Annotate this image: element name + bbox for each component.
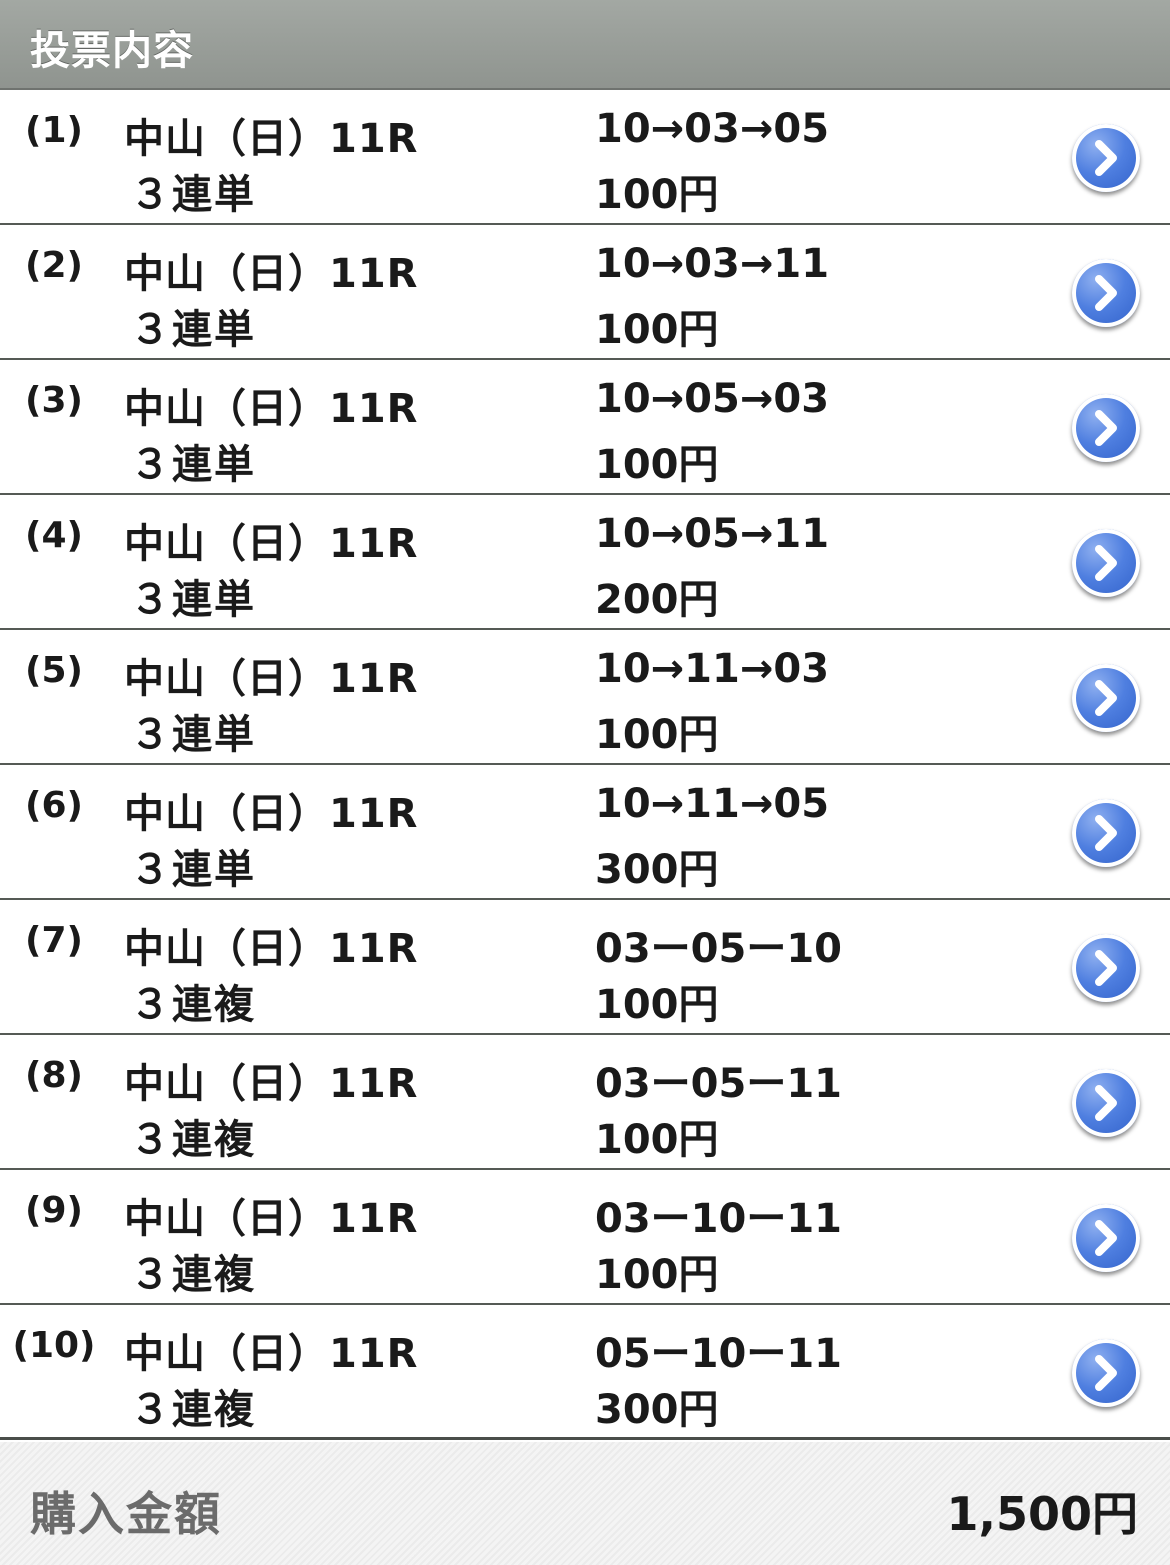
bet-amount: 300円	[595, 1387, 719, 1433]
bet-index: (1)	[25, 110, 83, 151]
list-item[interactable]: (5) 中山（日）11R ３連単 10→11→03 100円	[0, 630, 1170, 765]
bet-index: (9)	[25, 1190, 83, 1231]
page-title: 投票内容	[30, 28, 194, 74]
chevron-right-icon[interactable]	[1072, 529, 1140, 597]
bet-combination: 10→03→05	[595, 106, 830, 152]
list-item[interactable]: (7) 中山（日）11R ３連複 03ー05ー10 100円	[0, 900, 1170, 1035]
bet-type: ３連複	[130, 1117, 256, 1163]
bet-amount: 300円	[595, 847, 719, 893]
bet-amount: 100円	[595, 1117, 719, 1163]
bet-type: ３連単	[130, 172, 256, 218]
bet-amount: 100円	[595, 982, 719, 1028]
list-item[interactable]: (4) 中山（日）11R ３連単 10→05→11 200円	[0, 495, 1170, 630]
chevron-right-icon[interactable]	[1072, 394, 1140, 462]
header-bar: 投票内容	[0, 0, 1170, 90]
bet-type: ３連単	[130, 847, 256, 893]
bet-list: (1) 中山（日）11R ３連単 10→03→05 100円 (2) 中山（日）…	[0, 90, 1170, 1440]
bet-combination: 05ー10ー11	[595, 1331, 842, 1377]
bet-venue: 中山（日）11R	[124, 116, 419, 162]
bet-combination: 03ー05ー10	[595, 926, 842, 972]
bet-venue: 中山（日）11R	[124, 1196, 419, 1242]
purchase-total-label: 購入金額	[30, 1487, 222, 1541]
bet-index: (3)	[25, 380, 83, 421]
bet-venue: 中山（日）11R	[124, 386, 419, 432]
bet-amount: 100円	[595, 442, 719, 488]
bet-type: ３連複	[130, 982, 256, 1028]
list-item[interactable]: (1) 中山（日）11R ３連単 10→03→05 100円	[0, 90, 1170, 225]
bet-venue: 中山（日）11R	[124, 1061, 419, 1107]
bet-combination: 10→03→11	[595, 241, 830, 287]
bet-amount: 100円	[595, 1252, 719, 1298]
bet-type: ３連単	[130, 712, 256, 758]
chevron-right-icon[interactable]	[1072, 664, 1140, 732]
bet-combination: 10→11→05	[595, 781, 830, 827]
bet-combination: 10→05→11	[595, 511, 830, 557]
bet-venue: 中山（日）11R	[124, 656, 419, 702]
list-item[interactable]: (8) 中山（日）11R ３連複 03ー05ー11 100円	[0, 1035, 1170, 1170]
bet-index: (2)	[25, 245, 83, 286]
chevron-right-icon[interactable]	[1072, 124, 1140, 192]
bet-amount: 200円	[595, 577, 719, 623]
bet-combination: 10→11→03	[595, 646, 830, 692]
list-item[interactable]: (2) 中山（日）11R ３連単 10→03→11 100円	[0, 225, 1170, 360]
bet-type: ３連複	[130, 1387, 256, 1433]
bet-venue: 中山（日）11R	[124, 791, 419, 837]
bet-amount: 100円	[595, 712, 719, 758]
bet-index: (4)	[25, 515, 83, 556]
purchase-total-bar: 購入金額 1,500円	[0, 1442, 1170, 1565]
bet-index: (5)	[25, 650, 83, 691]
list-item[interactable]: (6) 中山（日）11R ３連単 10→11→05 300円	[0, 765, 1170, 900]
bet-index: (6)	[25, 785, 83, 826]
chevron-right-icon[interactable]	[1072, 1339, 1140, 1407]
bet-type: ３連複	[130, 1252, 256, 1298]
bet-combination: 10→05→03	[595, 376, 830, 422]
bet-index: (10)	[12, 1325, 96, 1366]
list-item[interactable]: (10) 中山（日）11R ３連複 05ー10ー11 300円	[0, 1305, 1170, 1440]
chevron-right-icon[interactable]	[1072, 259, 1140, 327]
chevron-right-icon[interactable]	[1072, 1069, 1140, 1137]
bet-venue: 中山（日）11R	[124, 926, 419, 972]
purchase-total-value: 1,500円	[946, 1487, 1138, 1541]
bet-index: (7)	[25, 920, 83, 961]
bet-type: ３連単	[130, 577, 256, 623]
bet-combination: 03ー05ー11	[595, 1061, 842, 1107]
bet-combination: 03ー10ー11	[595, 1196, 842, 1242]
list-item[interactable]: (3) 中山（日）11R ３連単 10→05→03 100円	[0, 360, 1170, 495]
bet-venue: 中山（日）11R	[124, 1331, 419, 1377]
chevron-right-icon[interactable]	[1072, 799, 1140, 867]
bet-amount: 100円	[595, 307, 719, 353]
bet-venue: 中山（日）11R	[124, 521, 419, 567]
list-item[interactable]: (9) 中山（日）11R ３連複 03ー10ー11 100円	[0, 1170, 1170, 1305]
bet-index: (8)	[25, 1055, 83, 1096]
chevron-right-icon[interactable]	[1072, 934, 1140, 1002]
bet-amount: 100円	[595, 172, 719, 218]
chevron-right-icon[interactable]	[1072, 1204, 1140, 1272]
bet-type: ３連単	[130, 442, 256, 488]
bet-type: ３連単	[130, 307, 256, 353]
bet-venue: 中山（日）11R	[124, 251, 419, 297]
